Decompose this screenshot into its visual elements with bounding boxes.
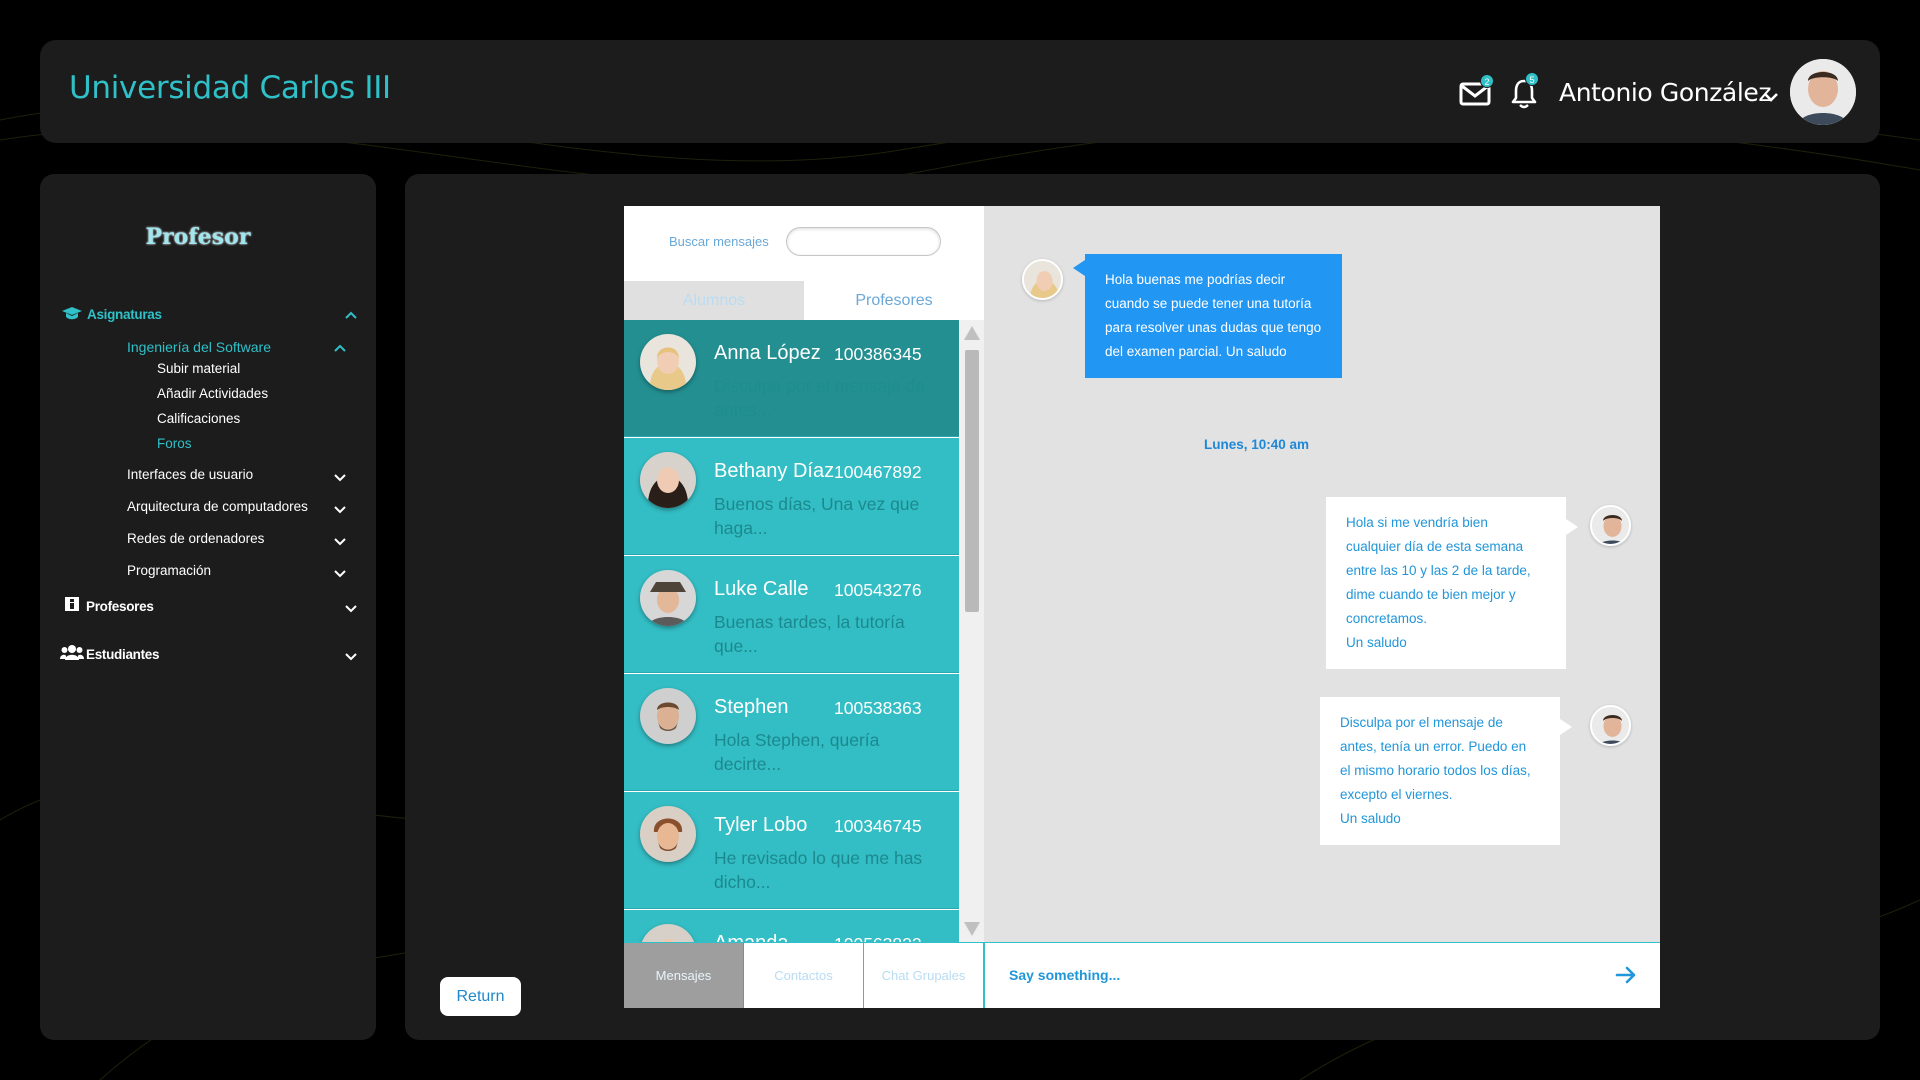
- chat-widget: Buscar mensajes Alumnos Profesores Anna …: [624, 206, 1660, 1008]
- contact-preview: Buenas tardes, la tutoría que...: [714, 612, 905, 656]
- avatar: [640, 688, 696, 744]
- chevron-down-icon[interactable]: [333, 534, 347, 548]
- message-text: Hola buenas me podrías decir cuando se p…: [1105, 272, 1322, 359]
- contact-list: Anna López 100386345 Disculpa por el men…: [624, 320, 959, 942]
- bubble-tail: [1566, 519, 1578, 535]
- message-bubble-outgoing: Disculpa por el mensaje de antes, tenía …: [1320, 697, 1572, 845]
- avatar: [640, 570, 696, 626]
- contact-id: 100467892: [834, 462, 922, 482]
- contact-id: 100386345: [834, 344, 922, 364]
- sidebar-item-asignaturas[interactable]: Asignaturas: [87, 307, 162, 322]
- avatar[interactable]: [1790, 59, 1856, 125]
- sidebar-item-foros[interactable]: Foros: [157, 436, 192, 451]
- sidebar-item-ingenieria[interactable]: Ingeniería del Software: [127, 339, 271, 355]
- sidebar-item-programacion[interactable]: Programación: [127, 563, 211, 578]
- contact-item[interactable]: Luke Calle 100543276 Buenas tardes, la t…: [624, 556, 959, 673]
- contact-preview: Disculpa por el mensaje de antes...: [714, 376, 926, 420]
- user-name[interactable]: Antonio González: [1559, 78, 1771, 107]
- contacts-column: Buscar mensajes Alumnos Profesores Anna …: [624, 206, 984, 942]
- chevron-down-icon[interactable]: [344, 649, 358, 663]
- graduation-cap-icon: [62, 307, 82, 320]
- return-button[interactable]: Return: [440, 977, 521, 1016]
- contact-id: 100543276: [834, 580, 922, 600]
- id-badge-icon: [65, 597, 79, 611]
- tab-profesores[interactable]: Profesores: [804, 281, 984, 320]
- time-separator: Lunes, 10:40 am: [1204, 437, 1310, 452]
- message-signature: Un saludo: [1340, 811, 1401, 826]
- message-signature: Un saludo: [1346, 635, 1407, 650]
- send-arrow-icon[interactable]: [1614, 963, 1638, 987]
- message-input[interactable]: Say something...: [984, 943, 1660, 1008]
- scroll-thumb[interactable]: [965, 350, 979, 612]
- sidebar-item-profesores[interactable]: Profesores: [86, 599, 154, 614]
- bell-icon[interactable]: 5: [1507, 72, 1541, 110]
- chevron-up-icon[interactable]: [344, 308, 358, 322]
- message-text: Hola si me vendría bien cualquier día de…: [1346, 515, 1531, 626]
- scroll-up-arrow-icon[interactable]: [964, 326, 980, 340]
- contact-name: Tyler Lobo: [714, 814, 808, 836]
- message-bubble-outgoing: Hola si me vendría bien cualquier día de…: [1326, 497, 1578, 669]
- chat-bottom-bar: Mensajes Contactos Chat Grupales Say som…: [624, 942, 1660, 1008]
- scroll-down-arrow-icon[interactable]: [964, 922, 980, 936]
- contact-id: 100538363: [834, 698, 922, 718]
- chevron-down-icon[interactable]: [333, 502, 347, 516]
- contact-name: Bethany Díaz: [714, 460, 835, 482]
- contact-preview: He revisado lo que me has dicho...: [714, 848, 923, 892]
- bubble-tail: [1560, 719, 1572, 735]
- search-label: Buscar mensajes: [669, 234, 769, 249]
- message-text: Disculpa por el mensaje de antes, tenía …: [1340, 715, 1531, 802]
- message-bubble-incoming: Hola buenas me podrías decir cuando se p…: [1073, 254, 1342, 378]
- contact-item[interactable]: Bethany Díaz 100467892 Buenos días, Una …: [624, 438, 959, 555]
- chevron-up-icon[interactable]: [333, 341, 347, 355]
- chevron-down-icon[interactable]: [344, 601, 358, 615]
- contact-item[interactable]: Amanda 100563822: [624, 910, 959, 942]
- avatar: [1022, 259, 1063, 300]
- tab-mensajes[interactable]: Mensajes: [624, 943, 744, 1008]
- contact-item[interactable]: Stephen 100538363 Hola Stephen, quería d…: [624, 674, 959, 791]
- chevron-down-icon[interactable]: [333, 566, 347, 580]
- contact-item[interactable]: Anna López 100386345 Disculpa por el men…: [624, 320, 959, 437]
- sidebar-title: Profesor: [145, 224, 251, 250]
- contact-id: 100563822: [834, 934, 922, 942]
- chevron-down-icon[interactable]: [333, 470, 347, 484]
- mail-badge: 2: [1480, 74, 1494, 88]
- tab-contactos[interactable]: Contactos: [744, 943, 864, 1008]
- bubble-tail: [1073, 260, 1085, 276]
- sidebar-item-estudiantes[interactable]: Estudiantes: [86, 647, 160, 662]
- avatar: [640, 334, 696, 390]
- contact-preview: Buenos días, Una vez que haga...: [714, 494, 920, 538]
- contact-item[interactable]: Tyler Lobo 100346745 He revisado lo que …: [624, 792, 959, 909]
- sidebar-item-anadir-actividades[interactable]: Añadir Actividades: [157, 386, 268, 401]
- search-input[interactable]: [786, 227, 941, 256]
- avatar: [1590, 505, 1631, 546]
- mail-icon[interactable]: 2: [1458, 74, 1494, 110]
- sidebar-item-redes[interactable]: Redes de ordenadores: [127, 531, 264, 546]
- chevron-down-icon[interactable]: [1762, 88, 1780, 106]
- tab-chat-grupales[interactable]: Chat Grupales: [864, 943, 984, 1008]
- sidebar: Profesor Asignaturas Ingeniería del Soft…: [40, 174, 376, 1040]
- tab-alumnos[interactable]: Alumnos: [624, 281, 804, 320]
- avatar: [640, 924, 696, 942]
- contact-preview: Hola Stephen, quería decirte...: [714, 730, 880, 774]
- contact-name: Luke Calle: [714, 578, 809, 600]
- contact-name: Anna López: [714, 342, 821, 364]
- sidebar-item-calificaciones[interactable]: Calificaciones: [157, 411, 240, 426]
- notification-badge: 5: [1525, 72, 1539, 86]
- avatar: [1590, 705, 1631, 746]
- contact-name: Amanda: [714, 932, 789, 942]
- contact-name: Stephen: [714, 696, 789, 718]
- top-header: Universidad Carlos III 2 5 Antonio Gonzá…: [40, 40, 1880, 143]
- sidebar-item-interfaces[interactable]: Interfaces de usuario: [127, 467, 253, 482]
- sidebar-item-arquitectura[interactable]: Arquitectura de computadores: [127, 499, 308, 514]
- message-input-placeholder: Say something...: [1009, 967, 1121, 983]
- avatar: [640, 452, 696, 508]
- brand-title[interactable]: Universidad Carlos III: [69, 70, 391, 106]
- users-icon: [60, 645, 84, 660]
- avatar: [640, 806, 696, 862]
- conversation-pane: Hola buenas me podrías decir cuando se p…: [984, 206, 1660, 942]
- contact-id: 100346745: [834, 816, 922, 836]
- sidebar-item-subir-material[interactable]: Subir material: [157, 361, 240, 376]
- contact-scrollbar[interactable]: [959, 320, 984, 942]
